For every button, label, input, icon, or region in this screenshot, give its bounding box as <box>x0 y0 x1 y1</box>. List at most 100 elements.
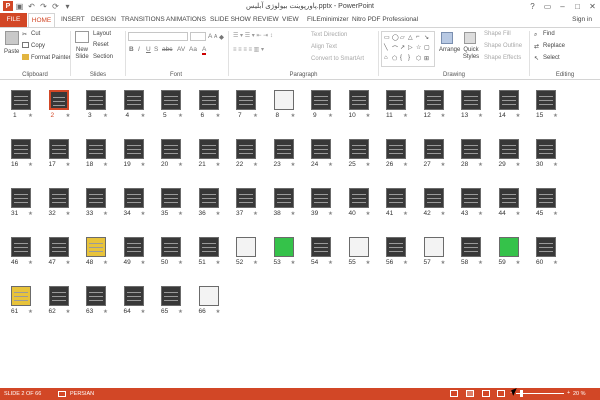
slide-transition-icon[interactable]: ★ <box>216 162 221 168</box>
slide-transition-icon[interactable]: ★ <box>253 211 258 217</box>
slide-transition-icon[interactable]: ★ <box>553 260 558 266</box>
proofing-icon[interactable] <box>58 391 66 397</box>
slide-transition-icon[interactable]: ★ <box>216 309 221 315</box>
slide-thumbnail[interactable] <box>198 90 219 110</box>
shape-option-icon[interactable]: ◯ <box>392 34 400 43</box>
layout-button[interactable]: Layout <box>93 31 111 37</box>
close-icon[interactable]: ✕ <box>585 0 600 12</box>
slide-thumbnail[interactable] <box>198 286 219 306</box>
slide-thumbnail[interactable] <box>348 90 369 110</box>
slide-transition-icon[interactable]: ★ <box>141 211 146 217</box>
slide-thumbnail[interactable] <box>48 237 69 257</box>
tab-home[interactable]: HOME <box>28 13 55 27</box>
tab-animations[interactable]: ANIMATIONS <box>166 13 206 27</box>
shape-option-icon[interactable]: ↗ <box>400 44 408 55</box>
change-case-button[interactable]: Aa <box>189 46 197 53</box>
shape-option-icon[interactable]: ⌒ <box>392 44 400 55</box>
slide-transition-icon[interactable]: ★ <box>28 309 33 315</box>
grow-font-button[interactable]: A <box>208 33 212 40</box>
shape-outline-button[interactable]: Shape Outline <box>484 43 522 49</box>
shape-fill-button[interactable]: Shape Fill <box>484 31 511 37</box>
font-color-button[interactable]: A <box>202 46 207 55</box>
tab-fileminimizer[interactable]: FILEminimizer <box>307 13 349 27</box>
tab-review[interactable]: REVIEW <box>253 13 279 27</box>
slide-transition-icon[interactable]: ★ <box>178 260 183 266</box>
slide-transition-icon[interactable]: ★ <box>291 162 296 168</box>
slide-transition-icon[interactable]: ★ <box>216 260 221 266</box>
slide-thumbnail[interactable] <box>48 188 69 208</box>
slide-transition-icon[interactable]: ★ <box>553 113 558 119</box>
clear-formatting-button[interactable]: ◆ <box>219 33 224 41</box>
slide-thumbnail[interactable] <box>123 237 144 257</box>
slide-transition-icon[interactable]: ★ <box>28 113 33 119</box>
slide-thumbnail[interactable] <box>423 237 444 257</box>
slide-thumbnail[interactable] <box>236 188 256 208</box>
slide-thumbnail[interactable] <box>86 286 106 306</box>
tab-transitions[interactable]: TRANSITIONS <box>121 13 165 27</box>
slide-transition-icon[interactable]: ★ <box>441 211 446 217</box>
slide-transition-icon[interactable]: ★ <box>103 162 108 168</box>
slide-transition-icon[interactable]: ★ <box>291 260 296 266</box>
shape-option-icon[interactable]: ↘ <box>424 34 432 43</box>
shape-option-icon[interactable]: ▱ <box>400 34 408 43</box>
shape-option-icon[interactable]: ☆ <box>416 44 424 55</box>
slide-thumbnail[interactable] <box>11 90 31 110</box>
slide-thumbnail[interactable] <box>348 188 369 208</box>
slide-thumbnail[interactable] <box>161 139 181 159</box>
shape-option-icon[interactable]: ⌐ <box>416 34 424 43</box>
replace-button[interactable]: ⇄ Replace <box>534 43 565 50</box>
font-size-field[interactable] <box>190 32 206 41</box>
slide-thumbnail[interactable] <box>123 286 144 306</box>
slide-thumbnail[interactable] <box>386 188 406 208</box>
shape-option-icon[interactable]: ╲ <box>384 44 392 55</box>
slide-transition-icon[interactable]: ★ <box>478 211 483 217</box>
slide-thumbnail[interactable] <box>161 188 181 208</box>
slide-transition-icon[interactable]: ★ <box>28 260 33 266</box>
slide-thumbnail[interactable] <box>236 237 256 257</box>
slide-transition-icon[interactable]: ★ <box>178 309 183 315</box>
section-button[interactable]: Section <box>93 54 113 60</box>
slide-transition-icon[interactable]: ★ <box>403 162 408 168</box>
zoom-slider-track[interactable] <box>516 393 564 394</box>
slide-transition-icon[interactable]: ★ <box>366 260 371 266</box>
sign-in-link[interactable]: Sign in <box>572 16 592 23</box>
tab-file[interactable]: FILE <box>0 13 27 27</box>
slide-thumbnail[interactable] <box>236 90 256 110</box>
slide-show-view-icon[interactable] <box>497 390 505 397</box>
italic-button[interactable]: I <box>138 46 140 53</box>
paste-button[interactable]: Paste <box>4 49 19 55</box>
slide-transition-icon[interactable]: ★ <box>253 113 258 119</box>
qat-customize-icon[interactable]: ▾ <box>62 1 73 12</box>
shape-option-icon[interactable]: } <box>408 55 416 64</box>
slide-transition-icon[interactable]: ★ <box>66 113 71 119</box>
slide-transition-icon[interactable]: ★ <box>516 113 521 119</box>
find-button[interactable]: ⌕ Find <box>534 31 555 38</box>
slide-transition-icon[interactable]: ★ <box>253 162 258 168</box>
slide-transition-icon[interactable]: ★ <box>328 260 333 266</box>
slide-transition-icon[interactable]: ★ <box>141 113 146 119</box>
slide-thumbnail[interactable] <box>348 237 369 257</box>
slide-thumbnail[interactable] <box>123 90 144 110</box>
slide-transition-icon[interactable]: ★ <box>328 113 333 119</box>
slide-transition-icon[interactable]: ★ <box>103 211 108 217</box>
slide-thumbnail[interactable] <box>86 237 106 257</box>
slide-transition-icon[interactable]: ★ <box>66 211 71 217</box>
font-name-field[interactable] <box>128 32 188 41</box>
slide-thumbnail[interactable] <box>536 237 556 257</box>
quick-styles-button[interactable]: Quick Styles <box>461 47 481 61</box>
slide-thumbnail[interactable] <box>48 286 69 306</box>
strikethrough-button[interactable]: abc <box>162 46 172 53</box>
slide-transition-icon[interactable]: ★ <box>516 162 521 168</box>
align-text-button[interactable]: Align Text <box>311 44 337 50</box>
slide-thumbnail[interactable] <box>11 237 31 257</box>
slide-transition-icon[interactable]: ★ <box>441 113 446 119</box>
slide-transition-icon[interactable]: ★ <box>553 211 558 217</box>
slide-thumbnail[interactable] <box>498 90 519 110</box>
slide-thumbnail[interactable] <box>198 237 219 257</box>
underline-button[interactable]: U <box>146 46 151 53</box>
slide-transition-icon[interactable]: ★ <box>516 260 521 266</box>
tab-nitro-pdf[interactable]: Nitro PDF Professional <box>352 13 418 27</box>
slide-thumbnail[interactable] <box>423 139 444 159</box>
shape-option-icon[interactable]: ▭ <box>384 34 392 43</box>
slide-thumbnail[interactable] <box>48 90 69 110</box>
